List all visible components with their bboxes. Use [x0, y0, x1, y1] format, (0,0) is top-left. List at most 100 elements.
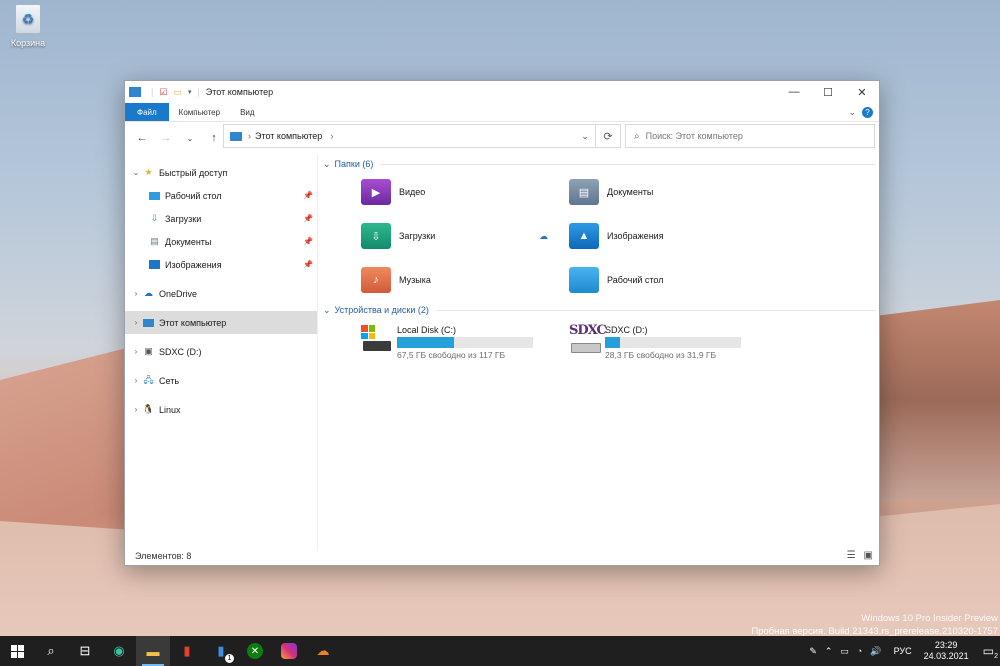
- taskbar-instagram[interactable]: [272, 636, 306, 666]
- taskbar-xbox[interactable]: ✕: [238, 636, 272, 666]
- collapsed-arrow-icon[interactable]: ›: [129, 289, 143, 298]
- collapsed-arrow-icon[interactable]: ›: [129, 405, 143, 414]
- recent-locations-button[interactable]: ⌄: [181, 134, 199, 143]
- tab-file[interactable]: Файл: [125, 103, 169, 121]
- collapsed-arrow-icon[interactable]: ›: [129, 376, 143, 385]
- folder-label: Документы: [607, 187, 654, 197]
- sidebar-item-onedrive[interactable]: › ☁ OneDrive: [125, 282, 317, 305]
- minimize-button[interactable]: —: [777, 81, 811, 103]
- folder-icon: ▬: [146, 643, 160, 659]
- show-hidden-icon[interactable]: ⌃: [825, 646, 833, 657]
- drives-grid: Local Disk (C:) 67,5 ГБ свободно из 117 …: [319, 323, 875, 365]
- details-view-icon[interactable]: ☰: [847, 550, 856, 561]
- sidebar-item-desktop[interactable]: Рабочий стол 📌: [125, 184, 317, 207]
- tab-computer[interactable]: Компьютер: [169, 103, 230, 121]
- pin-icon[interactable]: 📌: [303, 260, 313, 269]
- system-tray: ✎ ⌃ ▭ ◔ 🔊 РУС 23:29 24.03.2021 ▭ 2: [809, 640, 1000, 662]
- divider: [436, 309, 875, 311]
- windows-ink-icon[interactable]: ✎: [809, 646, 817, 657]
- network-icon[interactable]: ◔: [857, 646, 862, 656]
- folder-music[interactable]: ♪ Музыка: [361, 261, 569, 299]
- search-placeholder[interactable]: Поиск: Этот компьютер: [646, 131, 743, 141]
- search-button[interactable]: ⌕: [34, 636, 68, 666]
- collapsed-arrow-icon[interactable]: ›: [129, 347, 143, 356]
- search-icon: ⌕: [47, 643, 55, 658]
- folders-group-header[interactable]: ⌄ Папки (6): [319, 155, 875, 173]
- sidebar-item-documents[interactable]: ▤ Документы 📌: [125, 230, 317, 253]
- window-title: Этот компьютер: [205, 87, 274, 97]
- folder-label: Видео: [399, 187, 426, 197]
- sidebar-item-label: SDXC (D:): [159, 346, 202, 357]
- properties-icon[interactable]: ☑: [159, 87, 167, 98]
- language-indicator[interactable]: РУС: [894, 646, 912, 656]
- pin-icon[interactable]: 📌: [303, 237, 313, 246]
- ribbon-tabs: Файл Компьютер Вид ⌄ ?: [125, 103, 879, 122]
- task-view-icon: ⊟: [79, 643, 91, 658]
- forward-button[interactable]: →: [157, 132, 175, 144]
- recycle-bin-shortcut[interactable]: ♻ Корзина: [6, 4, 50, 48]
- large-icons-view-icon[interactable]: ▣: [864, 550, 873, 561]
- new-folder-icon[interactable]: ▭: [173, 87, 182, 98]
- folder-desktop[interactable]: Рабочий стол: [569, 261, 769, 299]
- folder-video[interactable]: ▶ Видео: [361, 173, 569, 211]
- task-view-button[interactable]: ⊟: [68, 636, 102, 666]
- folder-pictures[interactable]: ▲ Изображения: [569, 217, 769, 255]
- taskbar-app-badged[interactable]: ▮ 1: [204, 636, 238, 666]
- sidebar-item-downloads[interactable]: ⇩ Загрузки 📌: [125, 207, 317, 230]
- maximize-button[interactable]: ☐: [811, 81, 845, 103]
- up-button[interactable]: ↑: [205, 132, 223, 144]
- edge-icon: ◉: [113, 643, 125, 658]
- notification-center-icon[interactable]: ▭ 2: [983, 644, 998, 660]
- expand-ribbon-icon[interactable]: ⌄: [848, 107, 856, 118]
- folder-documents[interactable]: ▤ Документы: [569, 173, 769, 211]
- sd-card-icon: ▣: [144, 346, 153, 356]
- sidebar-item-this-pc[interactable]: › Этот компьютер: [125, 311, 317, 334]
- help-icon[interactable]: ?: [862, 106, 873, 118]
- drive-d[interactable]: SDXC SDXC (D:) 28,3 ГБ свободно из 31,9 …: [569, 323, 769, 365]
- customize-chevron-icon[interactable]: ▾: [188, 88, 192, 96]
- drive-free-space: 28,3 ГБ свободно из 31,9 ГБ: [605, 350, 717, 360]
- sidebar-item-pictures[interactable]: Изображения 📌: [125, 253, 317, 276]
- back-button[interactable]: ←: [133, 132, 151, 144]
- drive-c[interactable]: Local Disk (C:) 67,5 ГБ свободно из 117 …: [361, 325, 569, 365]
- address-path[interactable]: Этот компьютер: [255, 131, 322, 141]
- watermark-line1: Windows 10 Pro Insider Preview: [861, 613, 998, 624]
- download-icon: ⇩: [150, 213, 159, 223]
- taskbar-explorer[interactable]: ▬: [136, 636, 170, 666]
- notification-count: 2: [994, 653, 998, 660]
- network-icon: 🖧: [143, 374, 154, 385]
- address-bar[interactable]: › Этот компьютер › ⌄: [223, 124, 621, 148]
- volume-icon[interactable]: 🔊: [870, 646, 881, 657]
- sidebar-item-linux[interactable]: › 🐧 Linux: [125, 398, 317, 421]
- sidebar-item-quick-access[interactable]: ⌄ ★ Быстрый доступ: [125, 161, 317, 184]
- address-dropdown-icon[interactable]: ⌄: [576, 131, 594, 142]
- separator: |: [151, 87, 154, 97]
- expanded-arrow-icon[interactable]: ⌄: [129, 168, 143, 177]
- collapsed-arrow-icon[interactable]: ›: [129, 318, 143, 327]
- clock[interactable]: 23:29 24.03.2021: [924, 640, 969, 662]
- battery-icon[interactable]: ▭: [840, 646, 849, 657]
- status-bar-count: Элементов: 8: [135, 551, 192, 561]
- search-box[interactable]: ⌕ Поиск: Этот компьютер: [625, 124, 875, 148]
- cloud-icon: ☁: [144, 288, 153, 298]
- taskbar-cloudflare[interactable]: ☁: [306, 636, 340, 666]
- drives-group-header[interactable]: ⌄ Устройства и диски (2): [319, 301, 875, 319]
- sidebar-item-sdxc[interactable]: › ▣ SDXC (D:): [125, 340, 317, 363]
- windows-logo-icon: [10, 644, 24, 658]
- search-icon: ⌕: [634, 130, 640, 142]
- close-button[interactable]: ✕: [845, 81, 879, 103]
- pin-icon[interactable]: 📌: [303, 214, 313, 223]
- sidebar-item-network[interactable]: › 🖧 Сеть: [125, 369, 317, 392]
- folder-downloads[interactable]: ⇩ Загрузки ☁: [361, 217, 569, 255]
- sdxc-drive-icon: SDXC: [569, 323, 607, 355]
- address-chevron-icon[interactable]: ›: [330, 131, 333, 141]
- taskbar-office[interactable]: ▮: [170, 636, 204, 666]
- tux-icon: 🐧: [142, 404, 155, 414]
- tab-view[interactable]: Вид: [230, 103, 264, 121]
- app-badge: 1: [225, 654, 234, 663]
- refresh-button[interactable]: ⟳: [595, 124, 621, 148]
- start-button[interactable]: [0, 636, 34, 666]
- taskbar-edge[interactable]: ◉: [102, 636, 136, 666]
- pin-icon[interactable]: 📌: [303, 191, 313, 200]
- folder-label: Загрузки: [399, 231, 436, 241]
